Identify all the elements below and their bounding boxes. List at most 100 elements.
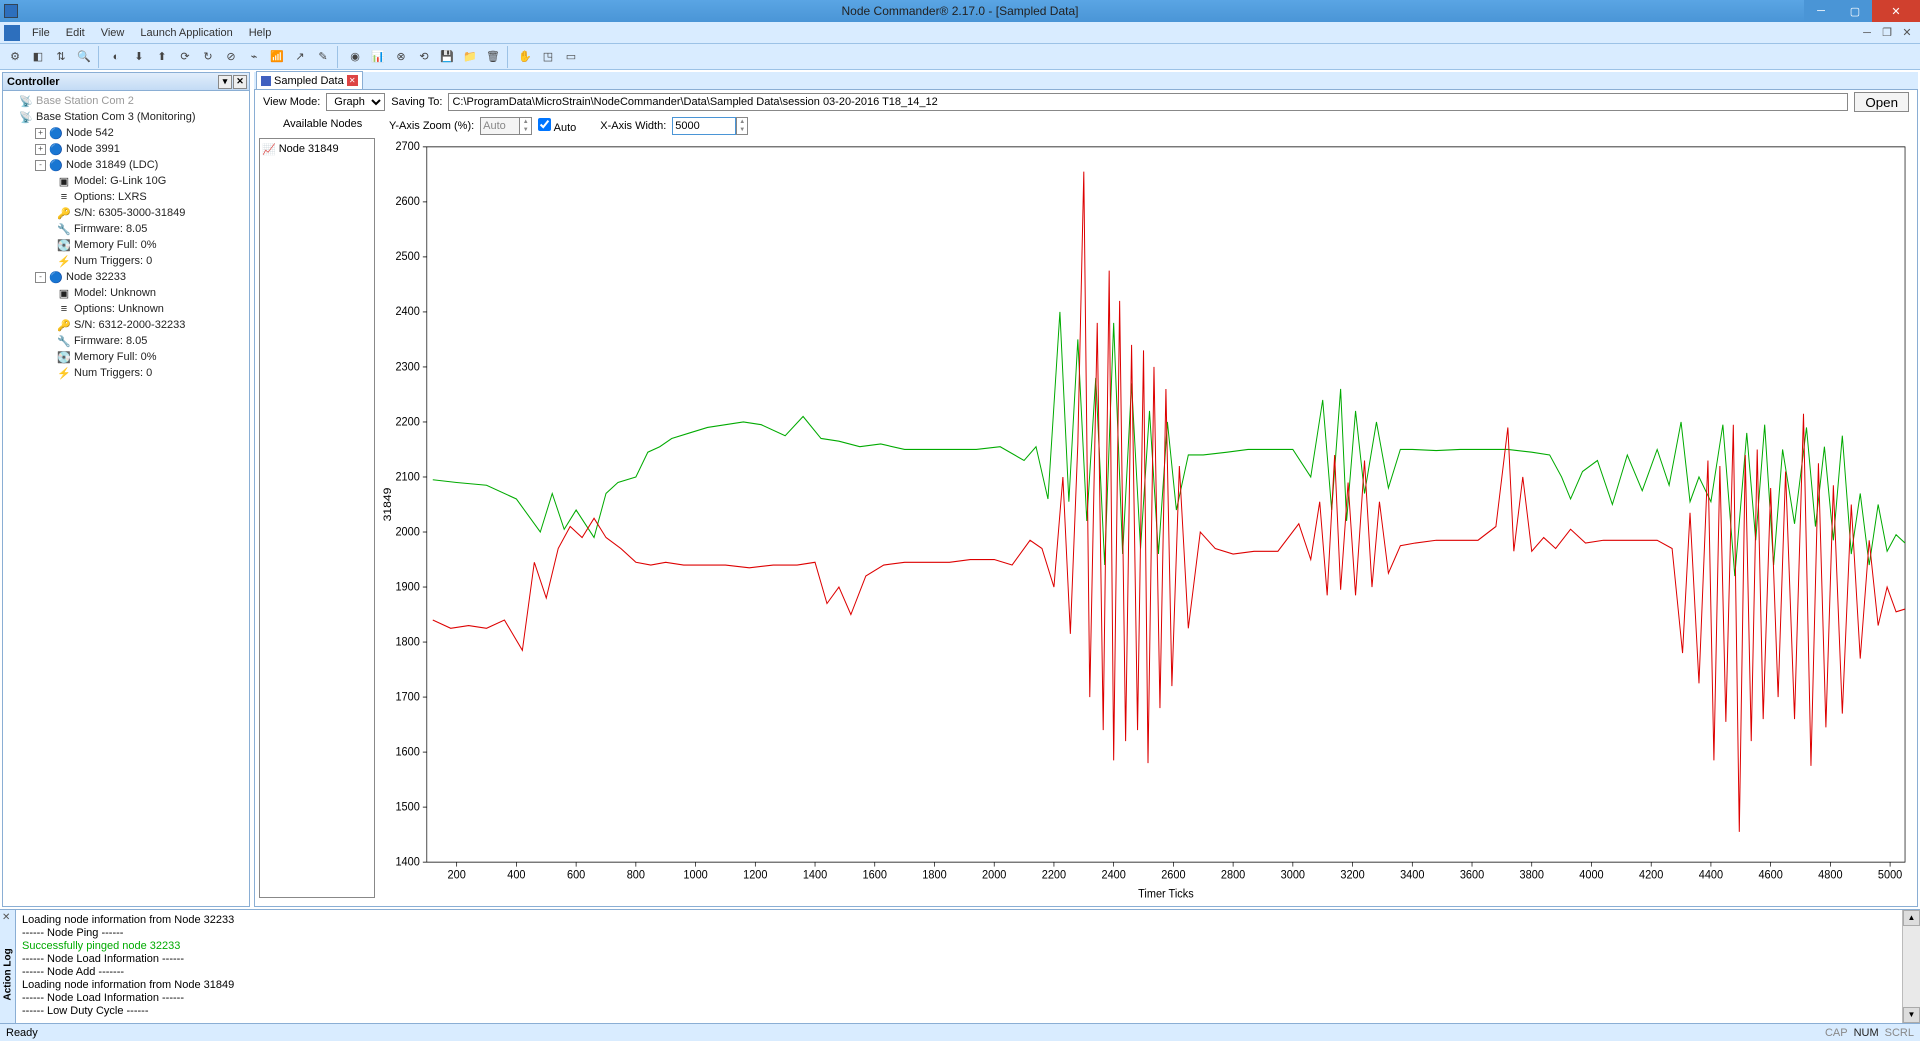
tree-node-32233-triggers[interactable]: ⚡Num Triggers: 0 — [7, 365, 245, 381]
toolbar-button-1[interactable]: ⚙ — [4, 46, 26, 68]
status-scrl: SCRL — [1885, 1027, 1914, 1039]
toolbar-button-10[interactable]: ⊘ — [220, 46, 242, 68]
toolbar-button-8[interactable]: ⟳ — [174, 46, 196, 68]
tree-node-31849-memory[interactable]: 💽Memory Full: 0% — [7, 237, 245, 253]
x-axis-width-label: X-Axis Width: — [600, 120, 666, 132]
scrollbar-down-button[interactable]: ▼ — [1903, 1007, 1920, 1023]
tab-label: Sampled Data — [274, 75, 344, 87]
toolbar-button-2[interactable]: ◧ — [27, 46, 49, 68]
toolbar-button-24[interactable]: ▭ — [560, 46, 582, 68]
node-icon: 🔵 — [49, 142, 63, 156]
toolbar-button-7[interactable]: ⬆ — [151, 46, 173, 68]
svg-text:2400: 2400 — [1101, 869, 1125, 882]
panel-close-button[interactable]: ✕ — [233, 75, 247, 89]
node-icon: 🔵 — [49, 126, 63, 140]
app-menu-icon[interactable] — [4, 25, 20, 41]
menu-edit[interactable]: Edit — [58, 25, 93, 41]
action-log-close-icon[interactable]: ✕ — [2, 912, 10, 923]
chart[interactable]: 1400150016001700180019002000210022002300… — [379, 138, 1913, 902]
node-tree[interactable]: 📡Base Station Com 2 📡Base Station Com 3 … — [3, 91, 249, 906]
toolbar-button-18[interactable]: ⟲ — [413, 46, 435, 68]
tree-node-542[interactable]: +🔵Node 542 — [7, 125, 245, 141]
x-axis-width-input[interactable]: ▲▼ — [672, 117, 748, 135]
tree-node-3991[interactable]: +🔵Node 3991 — [7, 141, 245, 157]
toolbar-button-21[interactable]: 🗑 — [482, 46, 504, 68]
toolbar-button-3[interactable]: ⇅ — [50, 46, 72, 68]
toolbar-button-5[interactable]: ◐ — [105, 46, 127, 68]
mdi-restore-button[interactable]: ❐ — [1878, 25, 1896, 41]
tree-node-32233-memory[interactable]: 💽Memory Full: 0% — [7, 349, 245, 365]
saving-path-input[interactable] — [448, 93, 1848, 111]
svg-text:1000: 1000 — [683, 869, 707, 882]
tree-node-32233[interactable]: -🔵Node 32233 — [7, 269, 245, 285]
tree-node-32233-model[interactable]: ▣Model: Unknown — [7, 285, 245, 301]
panel-dropdown-button[interactable]: ▾ — [218, 75, 232, 89]
tree-node-32233-firmware[interactable]: 🔧Firmware: 8.05 — [7, 333, 245, 349]
menu-launch-application[interactable]: Launch Application — [132, 25, 240, 41]
toolbar-button-23[interactable]: ◳ — [537, 46, 559, 68]
available-node-item[interactable]: 📈Node 31849 — [262, 141, 372, 157]
svg-text:1400: 1400 — [395, 856, 419, 869]
toolbar-button-14[interactable]: ✎ — [312, 46, 334, 68]
toolbar-button-17[interactable]: ⊗ — [390, 46, 412, 68]
y-axis-zoom-label: Y-Axis Zoom (%): — [389, 120, 474, 132]
collapse-icon[interactable]: - — [35, 272, 46, 283]
node-icon: 🔵 — [49, 158, 63, 172]
toolbar-button-15[interactable]: ◉ — [344, 46, 366, 68]
tree-node-32233-options[interactable]: ≡Options: Unknown — [7, 301, 245, 317]
chip-icon: ▣ — [57, 286, 71, 300]
menu-view[interactable]: View — [93, 25, 133, 41]
toolbar-button-9[interactable]: ↻ — [197, 46, 219, 68]
action-log-tab[interactable]: ✕ Action Log — [0, 910, 16, 1023]
tree-node-31849[interactable]: -🔵Node 31849 (LDC) — [7, 157, 245, 173]
action-log[interactable]: Loading node information from Node 32233… — [16, 910, 1902, 1023]
tree-node-31849-sn[interactable]: 🔑S/N: 6305-3000-31849 — [7, 205, 245, 221]
tree-node-32233-sn[interactable]: 🔑S/N: 6312-2000-32233 — [7, 317, 245, 333]
svg-text:4400: 4400 — [1699, 869, 1723, 882]
tree-node-31849-firmware[interactable]: 🔧Firmware: 8.05 — [7, 221, 245, 237]
minimize-button[interactable]: ─ — [1804, 0, 1838, 22]
collapse-icon[interactable]: - — [35, 160, 46, 171]
svg-text:400: 400 — [507, 869, 525, 882]
antenna-icon: 📡 — [19, 110, 33, 124]
tree-base-station-3[interactable]: 📡Base Station Com 3 (Monitoring) — [7, 109, 245, 125]
y-axis-auto-checkbox[interactable]: Auto — [538, 118, 576, 134]
svg-text:1900: 1900 — [395, 581, 419, 594]
expand-icon[interactable]: + — [35, 144, 46, 155]
toolbar-button-16[interactable]: 📊 — [367, 46, 389, 68]
tree-node-31849-triggers[interactable]: ⚡Num Triggers: 0 — [7, 253, 245, 269]
available-nodes-list[interactable]: 📈Node 31849 — [259, 138, 375, 898]
tree-node-31849-options[interactable]: ≡Options: LXRS — [7, 189, 245, 205]
toolbar-button-13[interactable]: ↗ — [289, 46, 311, 68]
svg-text:2600: 2600 — [1161, 869, 1185, 882]
y-axis-zoom-spinner[interactable]: ▲▼ — [480, 117, 532, 135]
toolbar-button-6[interactable]: ⬇ — [128, 46, 150, 68]
menu-help[interactable]: Help — [241, 25, 280, 41]
view-mode-select[interactable]: Graph — [326, 93, 385, 111]
toolbar-find-button[interactable]: 🔍 — [73, 46, 95, 68]
tab-sampled-data[interactable]: Sampled Data ✕ — [256, 71, 363, 89]
log-line: ------ Node Ping ------ — [22, 927, 1896, 940]
mdi-close-button[interactable]: ✕ — [1898, 25, 1916, 41]
log-scrollbar[interactable]: ▲ ▼ — [1902, 910, 1920, 1023]
toolbar-button-20[interactable]: 📁 — [459, 46, 481, 68]
wrench-icon: 🔧 — [57, 334, 71, 348]
chip-icon: ▣ — [57, 174, 71, 188]
menu-file[interactable]: File — [24, 25, 58, 41]
maximize-button[interactable]: ▢ — [1838, 0, 1872, 22]
expand-icon[interactable]: + — [35, 128, 46, 139]
tab-close-button[interactable]: ✕ — [347, 75, 358, 86]
scrollbar-up-button[interactable]: ▲ — [1903, 910, 1920, 926]
open-button[interactable]: Open — [1854, 92, 1909, 112]
close-button[interactable]: ✕ — [1872, 0, 1920, 22]
toolbar-button-11[interactable]: ⌁ — [243, 46, 265, 68]
tree-base-station-2[interactable]: 📡Base Station Com 2 — [7, 93, 245, 109]
toolbar-button-12[interactable]: 📶 — [266, 46, 288, 68]
toolbar-separator — [98, 46, 102, 68]
svg-text:1400: 1400 — [803, 869, 827, 882]
toolbar-hand-button[interactable]: ✋ — [514, 46, 536, 68]
toolbar-button-19[interactable]: 💾 — [436, 46, 458, 68]
mdi-minimize-button[interactable]: ─ — [1858, 25, 1876, 41]
svg-text:2400: 2400 — [395, 306, 419, 319]
tree-node-31849-model[interactable]: ▣Model: G-Link 10G — [7, 173, 245, 189]
